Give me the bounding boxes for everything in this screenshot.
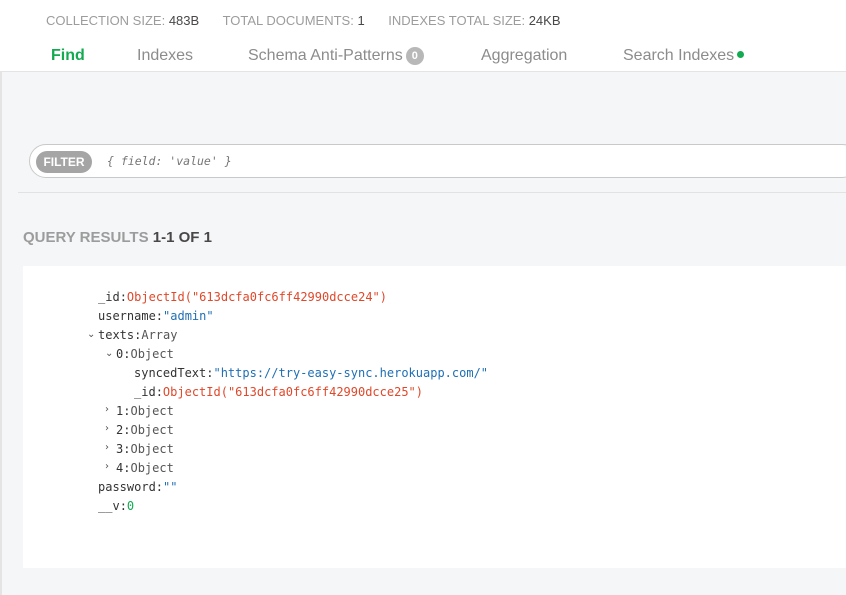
tab-search-indexes[interactable]: Search Indexes	[623, 47, 745, 65]
array-item-0[interactable]: 0:Object	[116, 347, 174, 361]
filter-label: FILTER	[36, 151, 92, 173]
tab-find[interactable]: Find	[51, 47, 85, 65]
tab-indexes[interactable]: Indexes	[137, 47, 193, 65]
array-item-2[interactable]: 2:Object	[116, 423, 174, 437]
anti-patterns-count-badge: 0	[405, 47, 424, 65]
tab-aggregation[interactable]: Aggregation	[481, 47, 567, 65]
query-results-summary: QUERY RESULTS 1-1 OF 1	[23, 229, 212, 246]
filter-input[interactable]	[107, 154, 807, 168]
status-dot-icon	[737, 51, 745, 58]
divider	[18, 192, 846, 193]
field-texts[interactable]: texts:Array	[98, 328, 177, 342]
indexes-size-stat: INDEXES TOTAL SIZE: 24KB	[388, 13, 561, 28]
collection-tabs: Find Indexes Schema Anti-Patterns 0 Aggre…	[0, 44, 846, 72]
collection-size-stat: COLLECTION SIZE: 483B	[46, 13, 200, 28]
field-id: _id:ObjectId("613dcfa0fc6ff42990dcce24")	[98, 290, 388, 304]
chevron-right-icon[interactable]: ›	[105, 423, 109, 434]
field-synced-text: syncedText:"https://try-easy-sync.heroku…	[134, 366, 489, 380]
chevron-right-icon[interactable]: ›	[105, 442, 109, 453]
field-username: username:"admin"	[98, 309, 214, 323]
collection-stats: COLLECTION SIZE: 483B TOTAL DOCUMENTS: 1…	[46, 13, 581, 28]
total-documents-stat: TOTAL DOCUMENTS: 1	[222, 13, 365, 28]
left-border	[0, 0, 2, 595]
array-item-3[interactable]: 3:Object	[116, 442, 174, 456]
chevron-right-icon[interactable]: ›	[105, 404, 109, 415]
filter-bar: FILTER	[29, 144, 846, 178]
array-item-4[interactable]: 4:Object	[116, 461, 174, 475]
chevron-right-icon[interactable]: ›	[105, 461, 109, 472]
document-card: _id:ObjectId("613dcfa0fc6ff42990dcce24")…	[23, 266, 846, 568]
field-password: password:""	[98, 480, 178, 494]
collection-header: COLLECTION SIZE: 483B TOTAL DOCUMENTS: 1…	[0, 0, 846, 72]
array-item-1[interactable]: 1:Object	[116, 404, 174, 418]
field-nested-id: _id:ObjectId("613dcfa0fc6ff42990dcce25")	[134, 385, 424, 399]
chevron-down-icon[interactable]: ⌄	[87, 329, 95, 340]
field-version: __v:0	[98, 499, 135, 513]
chevron-down-icon[interactable]: ⌄	[105, 348, 113, 359]
tab-schema-anti-patterns[interactable]: Schema Anti-Patterns 0	[248, 47, 424, 65]
